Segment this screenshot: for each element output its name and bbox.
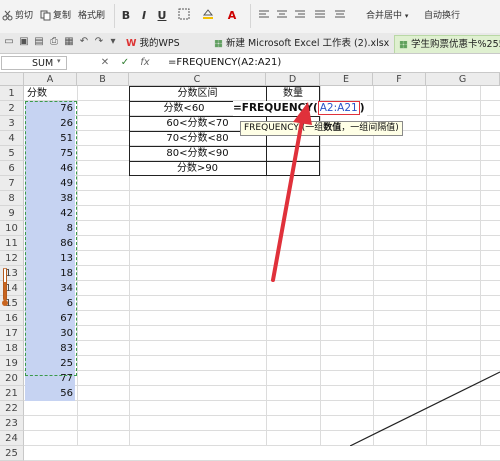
wrap-text-label: 自动换行 bbox=[424, 11, 461, 21]
cell-c1[interactable]: 分数区间 bbox=[129, 86, 266, 101]
align-left-icon[interactable] bbox=[256, 8, 272, 24]
border-icon[interactable] bbox=[176, 8, 192, 24]
column-header-e[interactable]: E bbox=[320, 73, 373, 86]
row-header[interactable]: 7 bbox=[0, 176, 24, 191]
formula-suffix: ) bbox=[359, 102, 365, 114]
preview-icon[interactable]: ▦ bbox=[63, 36, 75, 48]
row-header[interactable]: 16 bbox=[0, 311, 24, 326]
chevron-down-icon[interactable]: ▾ bbox=[57, 57, 61, 65]
tooltip-arg2: ，一组间隔值) bbox=[341, 123, 399, 133]
row-header[interactable]: 19 bbox=[0, 356, 24, 371]
spreadsheet-icon: ▦ bbox=[399, 39, 408, 50]
document-tab-bar: ▭ ▣ ▤ ⎙ ▦ ↶ ↷ ▾ W 我的WPS ▦ 新建 Microsoft E… bbox=[0, 33, 500, 54]
chevron-down-icon: ▾ bbox=[404, 12, 409, 20]
row-header[interactable]: 18 bbox=[0, 341, 24, 356]
fx-icon[interactable]: fx bbox=[136, 55, 154, 71]
column-header-f[interactable]: F bbox=[373, 73, 426, 86]
print-icon[interactable]: ⎙ bbox=[48, 36, 60, 48]
row-header[interactable]: 12 bbox=[0, 251, 24, 266]
ribbon-divider bbox=[250, 4, 251, 28]
merge-center-button[interactable]: 合并居中 ▾ bbox=[366, 8, 408, 24]
format-painter-label: 格式刷 bbox=[78, 11, 106, 21]
cancel-icon[interactable]: ✕ bbox=[98, 55, 112, 71]
align-center-icon[interactable] bbox=[274, 8, 290, 24]
open-icon[interactable]: ▤ bbox=[33, 36, 45, 48]
row-header[interactable]: 9 bbox=[0, 206, 24, 221]
ribbon-divider bbox=[114, 4, 115, 28]
column-header-d[interactable]: D bbox=[266, 73, 320, 86]
row-header[interactable]: 25 bbox=[0, 446, 24, 461]
row-header[interactable]: 17 bbox=[0, 326, 24, 341]
format-painter-button[interactable]: 格式刷 bbox=[78, 8, 105, 24]
underline-button[interactable]: U bbox=[154, 8, 170, 24]
cell-d1[interactable]: 数量 bbox=[266, 86, 320, 101]
undo-icon[interactable]: ↶ bbox=[78, 36, 90, 48]
distribute-icon[interactable] bbox=[332, 8, 348, 24]
tab-excel-workbook[interactable]: ▦ 新建 Microsoft Excel 工作表 (2).xlsx bbox=[210, 35, 389, 52]
row-header[interactable]: 24 bbox=[0, 431, 24, 446]
align-right-icon[interactable] bbox=[292, 8, 308, 24]
row-header[interactable]: 10 bbox=[0, 221, 24, 236]
cell-c2[interactable]: 分数<60 bbox=[129, 101, 239, 116]
merge-center-label: 合并居中 bbox=[366, 11, 403, 21]
row-header[interactable]: 11 bbox=[0, 236, 24, 251]
save-icon[interactable]: ▣ bbox=[18, 36, 30, 48]
row-header[interactable]: 21 bbox=[0, 386, 24, 401]
row-header[interactable]: 4 bbox=[0, 131, 24, 146]
column-header-g[interactable]: G bbox=[426, 73, 500, 86]
bold-button[interactable]: B bbox=[118, 8, 134, 24]
cell-a1[interactable]: 分数 bbox=[25, 86, 75, 101]
file-icon[interactable]: ▭ bbox=[3, 36, 15, 48]
justify-icon[interactable] bbox=[312, 8, 328, 24]
chevron-down-icon[interactable]: ▾ bbox=[107, 36, 119, 48]
tab-label: 我的WPS bbox=[139, 38, 180, 49]
column-header-c[interactable]: C bbox=[129, 73, 266, 86]
formula-input[interactable]: =FREQUENCY(A2:A21) bbox=[168, 55, 281, 71]
row-header[interactable]: 3 bbox=[0, 116, 24, 131]
row-header[interactable]: 22 bbox=[0, 401, 24, 416]
copy-label: 复制 bbox=[53, 11, 72, 21]
tab-label: 学生购票优惠卡%255 bbox=[411, 39, 500, 50]
copy-marquee bbox=[25, 101, 77, 376]
row-header[interactable]: 6 bbox=[0, 161, 24, 176]
row-header[interactable]: 1 bbox=[0, 86, 24, 101]
column-header-b[interactable]: B bbox=[77, 73, 129, 86]
wps-logo-icon: W bbox=[126, 38, 137, 49]
row-header[interactable]: 23 bbox=[0, 416, 24, 431]
copy-button[interactable]: 复制 bbox=[40, 8, 71, 24]
cut-button[interactable]: 剪切 bbox=[2, 8, 33, 24]
copy-icon bbox=[40, 10, 51, 21]
grid-line bbox=[24, 325, 500, 326]
scissors-icon bbox=[2, 10, 13, 21]
red-arrow-annotation bbox=[271, 102, 312, 282]
page-break-line bbox=[350, 371, 500, 446]
row-header[interactable]: 5 bbox=[0, 146, 24, 161]
ribbon-toolbar: 剪切 复制 格式刷 B I U A 合并居中 ▾ 自动换行 bbox=[0, 0, 500, 34]
font-color-icon[interactable]: A bbox=[224, 8, 240, 24]
grid-line bbox=[24, 295, 500, 296]
row-header[interactable]: 8 bbox=[0, 191, 24, 206]
grid-line bbox=[24, 340, 500, 341]
cell-c6[interactable]: 分数>90 bbox=[129, 161, 266, 176]
tab-my-wps[interactable]: W 我的WPS bbox=[122, 35, 180, 52]
confirm-icon[interactable]: ✓ bbox=[118, 55, 132, 71]
column-header-a[interactable]: A bbox=[24, 73, 77, 86]
grid-line bbox=[77, 86, 78, 446]
tab-label: 新建 Microsoft Excel 工作表 (2).xlsx bbox=[226, 38, 390, 49]
row-header[interactable]: 2 bbox=[0, 101, 24, 116]
fill-color-icon[interactable] bbox=[200, 8, 216, 24]
redo-icon[interactable]: ↷ bbox=[93, 36, 105, 48]
row-header[interactable]: 20 bbox=[0, 371, 24, 386]
wrap-text-button[interactable]: 自动换行 bbox=[424, 8, 460, 24]
cut-label: 剪切 bbox=[15, 11, 34, 21]
thermometer-icon bbox=[2, 267, 8, 308]
grid-line bbox=[24, 355, 500, 356]
spreadsheet-icon: ▦ bbox=[214, 38, 223, 49]
cell-c5[interactable]: 80<分数<90 bbox=[129, 146, 266, 161]
select-all-corner[interactable] bbox=[0, 73, 24, 86]
cell-a21[interactable]: 56 bbox=[25, 386, 75, 401]
italic-button[interactable]: I bbox=[136, 8, 152, 24]
grid-line bbox=[24, 310, 500, 311]
tab-student-ticket[interactable]: ▦ 学生购票优惠卡%255 bbox=[394, 35, 500, 53]
